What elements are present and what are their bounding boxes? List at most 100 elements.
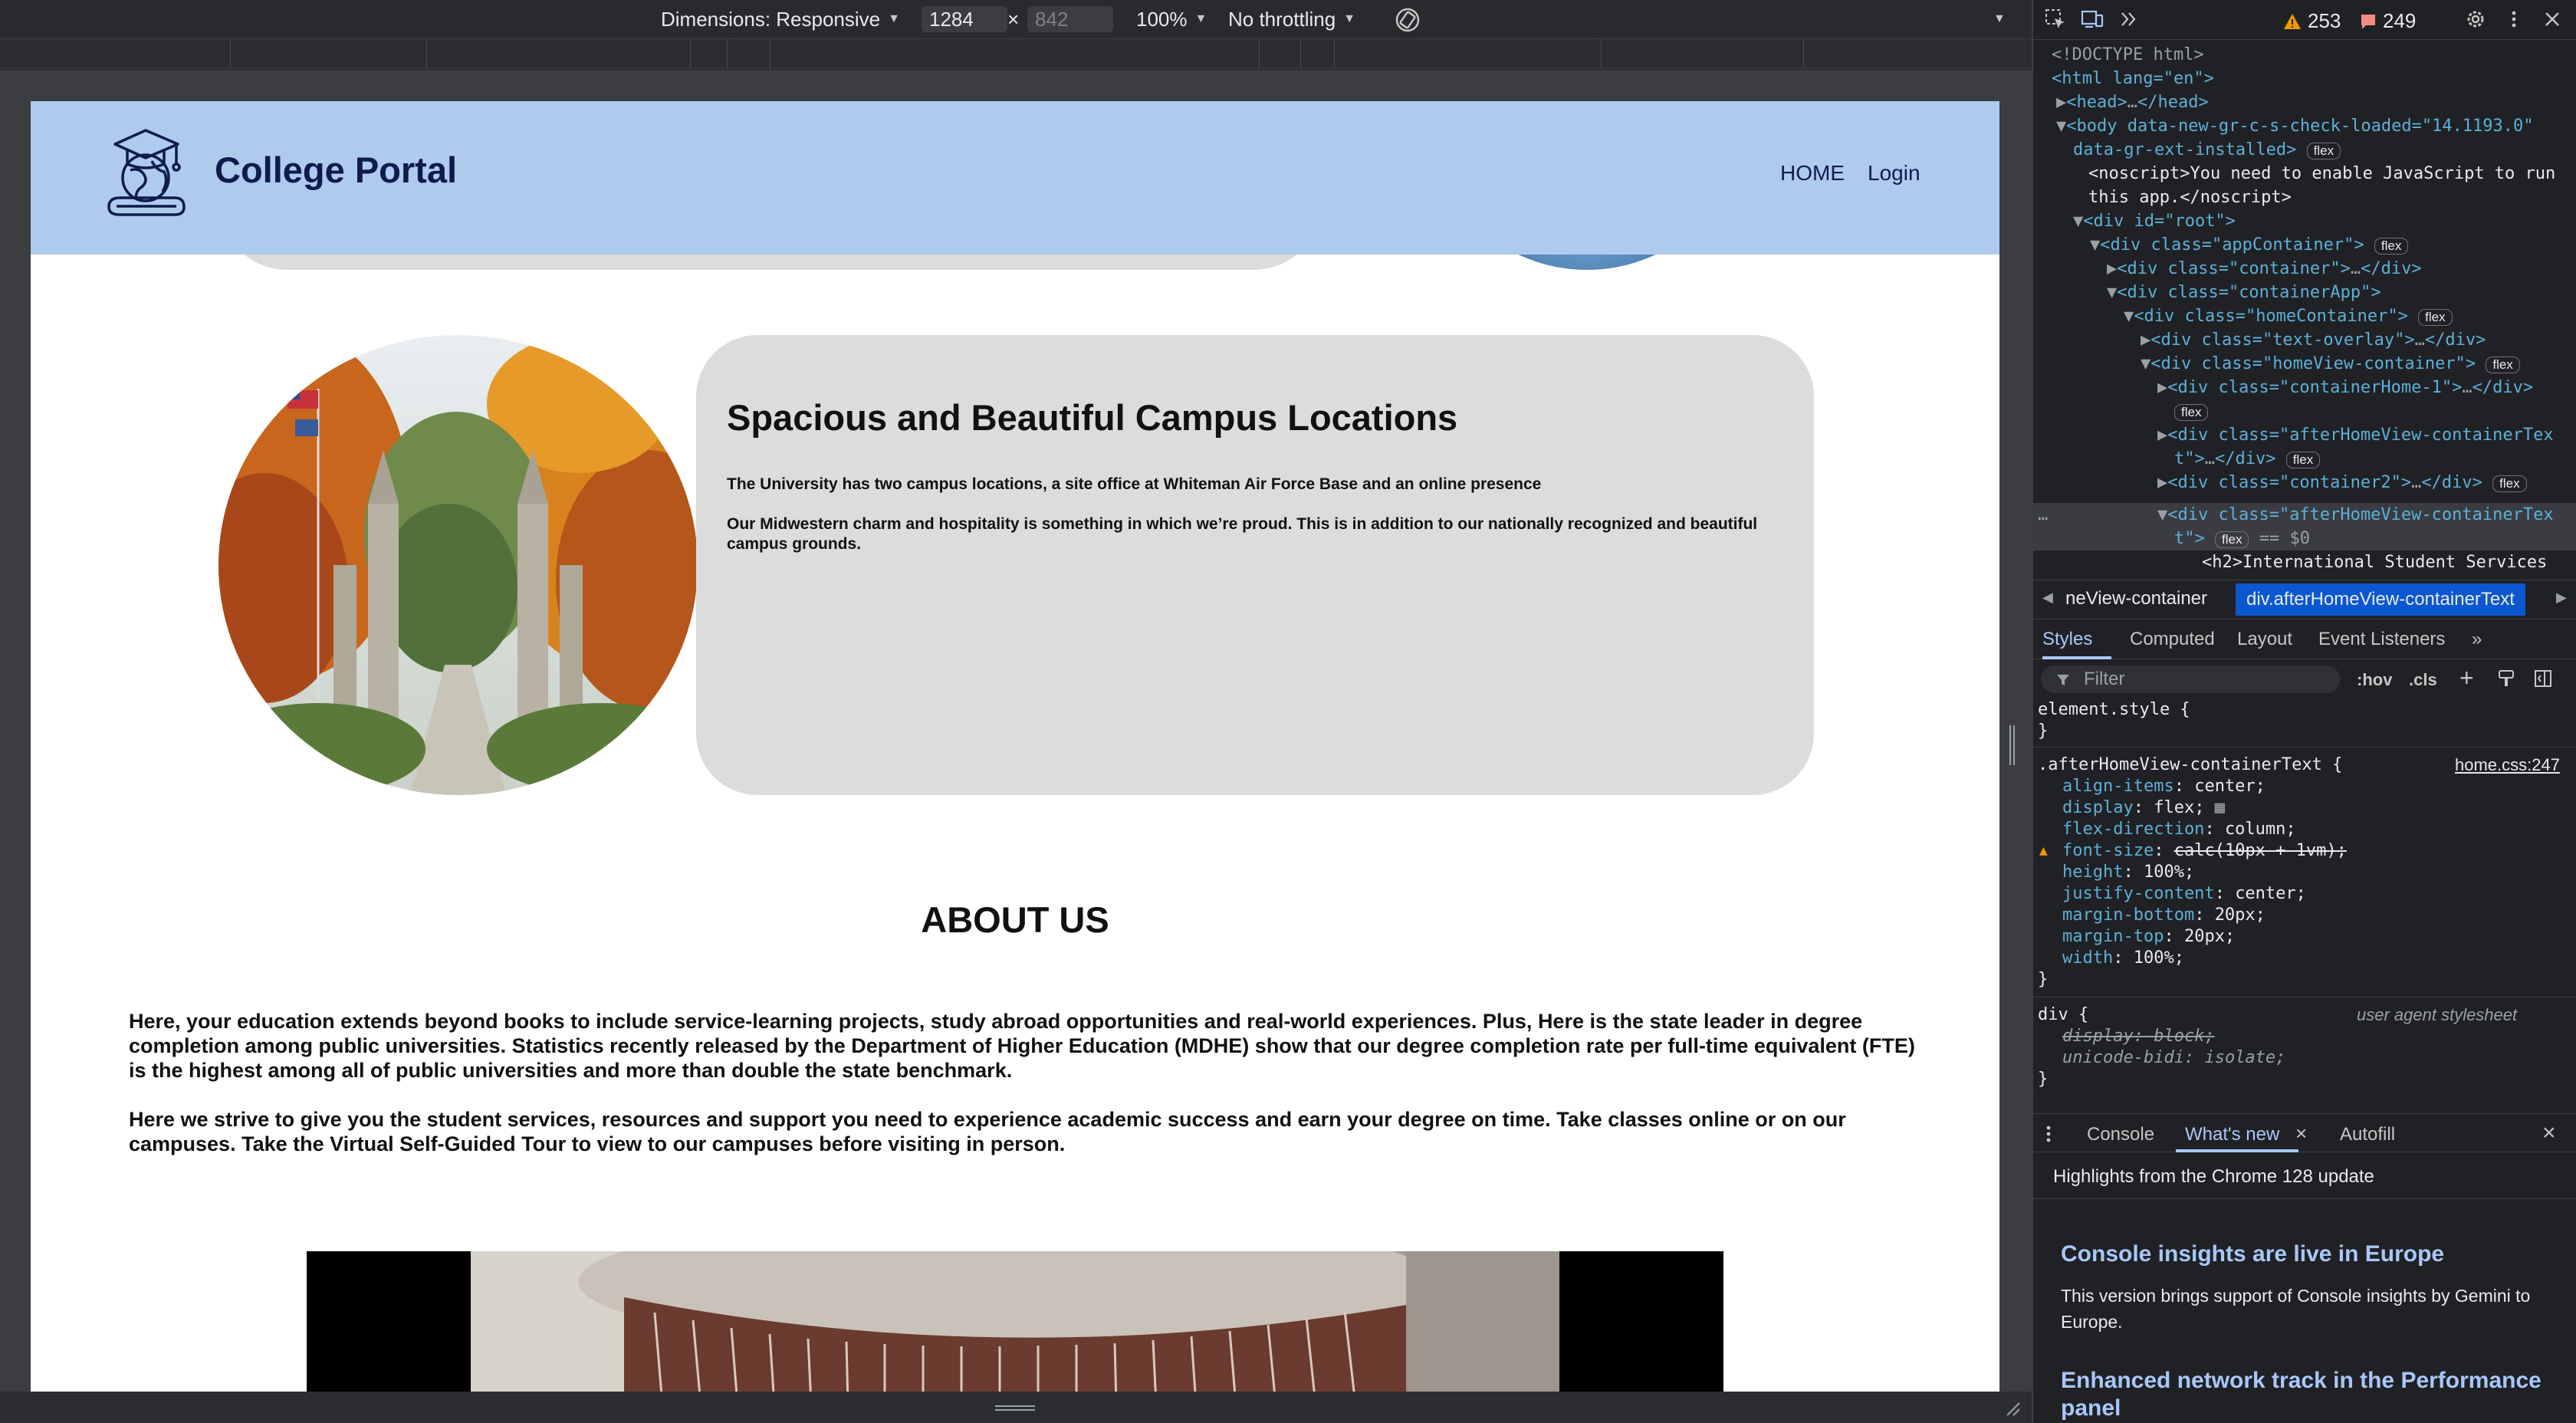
dom-homeview-row[interactable]: ▼<div class="homeView-container"> flex: [2141, 352, 2520, 376]
kebab-menu-icon[interactable]: [2502, 8, 2525, 31]
flex-badge[interactable]: flex: [2418, 309, 2453, 326]
styles-filter-input[interactable]: Filter: [2041, 665, 2340, 693]
settings-gear-icon[interactable]: [2464, 8, 2487, 31]
dom-head-row[interactable]: ▶<head>…</head>: [2056, 90, 2209, 114]
breadcrumb-current[interactable]: div.afterHomeView-containerText: [2236, 583, 2525, 616]
tab-styles[interactable]: Styles: [2042, 629, 2092, 650]
tour-video[interactable]: [307, 1251, 1723, 1392]
drawer-menu-icon[interactable]: [2045, 1125, 2052, 1143]
dom-noscript-2[interactable]: this app.</noscript>: [2088, 186, 2292, 209]
zoom-dropdown[interactable]: 100% ▼: [1136, 7, 1207, 31]
dom-textoverlay-close: </div>: [2424, 330, 2486, 350]
dom-root-row[interactable]: ▼<div id="root">: [2073, 209, 2236, 233]
site-brand[interactable]: College Portal: [215, 149, 457, 191]
whats-new-heading-2[interactable]: Enhanced network track in the Performanc…: [2061, 1367, 2551, 1422]
more-tabs-chevron-icon[interactable]: »: [2472, 629, 2482, 650]
throttling-dropdown[interactable]: No throttling ▼: [1228, 7, 1355, 31]
ua-prop-unicode-bidi[interactable]: unicode-bidi: isolate;: [2062, 1047, 2285, 1069]
breadcrumb-right-arrow-icon[interactable]: ▶: [2556, 590, 2567, 606]
paint-brush-icon[interactable]: [2496, 669, 2516, 688]
new-style-rule-icon[interactable]: +: [2459, 664, 2474, 692]
dom-containerapp-row[interactable]: ▼<div class="containerApp">: [2107, 281, 2381, 304]
nav-login-link[interactable]: Login: [1868, 161, 1921, 186]
whats-new-heading-1[interactable]: Console insights are live in Europe: [2061, 1241, 2444, 1267]
flexbox-editor-icon[interactable]: ▦: [2204, 798, 2225, 817]
browser-window: Dimensions: Responsive ▼ 1284 × 842 100%…: [0, 0, 2576, 1423]
flex-badge[interactable]: flex: [2215, 531, 2249, 548]
flex-badge[interactable]: flex: [2174, 404, 2209, 421]
close-devtools-icon[interactable]: [2541, 8, 2564, 31]
flex-badge[interactable]: flex: [2374, 238, 2409, 255]
height-input[interactable]: 842: [1027, 6, 1113, 32]
drawer-tab-autofill[interactable]: Autofill: [2340, 1124, 2395, 1145]
issues-badge[interactable]: 249: [2360, 9, 2416, 33]
dom-containerapp: <div class="containerApp">: [2117, 283, 2381, 302]
close-tab-icon[interactable]: ×: [2295, 1122, 2307, 1145]
flex-badge[interactable]: flex: [2492, 475, 2527, 492]
tab-layout[interactable]: Layout: [2237, 629, 2292, 650]
toggle-sidebar-icon[interactable]: [2533, 669, 2553, 688]
dom-afterhome1-row-2[interactable]: t">…</div> flex: [2174, 447, 2321, 471]
chevron-down-icon: ▼: [1343, 12, 1356, 25]
css-prop-align-items[interactable]: align-items: center;: [2062, 776, 2266, 797]
selected-marker: == $0: [2259, 529, 2310, 548]
dom-container2: <div class="container2">: [2167, 473, 2412, 492]
css-prop-margin-bottom[interactable]: margin-bottom: 20px;: [2062, 905, 2266, 926]
dom-html[interactable]: <html lang="en">: [2052, 67, 2214, 90]
dom-container-row[interactable]: ▶<div class="container">…</div>: [2107, 257, 2422, 281]
rotate-icon[interactable]: [1394, 6, 1421, 34]
dom-body-row[interactable]: ▼<body data-new-gr-c-s-check-loaded="14.…: [2056, 114, 2534, 138]
element-style-selector[interactable]: element.style {: [2038, 699, 2190, 721]
dom-noscript-1[interactable]: <noscript>You need to enable JavaScript …: [2088, 162, 2555, 186]
dom-doctype[interactable]: <!DOCTYPE html>: [2052, 43, 2204, 67]
warnings-badge[interactable]: 253: [2283, 9, 2341, 33]
tab-event-listeners[interactable]: Event Listeners: [2318, 629, 2445, 650]
inspect-element-icon[interactable]: [2044, 8, 2067, 31]
dom-containerhome1-row[interactable]: ▶<div class="containerHome-1">…</div>: [2157, 376, 2533, 399]
dom-afterhome2-row-2[interactable]: t"> flex == $0: [2174, 527, 2310, 550]
flex-badge[interactable]: flex: [2306, 143, 2341, 159]
css-prop-justify-content[interactable]: justify-content: center;: [2062, 883, 2306, 905]
flex-badge[interactable]: flex: [2285, 452, 2321, 468]
resize-handle-bottom[interactable]: [995, 1405, 1035, 1413]
rule-selector[interactable]: .afterHomeView-containerText {: [2038, 754, 2342, 776]
resize-corner-icon[interactable]: [2004, 1400, 2021, 1417]
css-prop-font-size[interactable]: ▲ font-size: calc(10px + 1vm);: [2039, 840, 2347, 862]
breadcrumb-left-arrow-icon[interactable]: ◀: [2042, 590, 2053, 606]
ua-prop-display[interactable]: display: block;: [2062, 1026, 2215, 1047]
dom-flex-row[interactable]: flex: [2174, 399, 2209, 423]
flex-badge[interactable]: flex: [2486, 357, 2520, 373]
width-input[interactable]: 1284: [922, 6, 1007, 32]
resize-handle-right[interactable]: [2009, 725, 2017, 765]
close-drawer-icon[interactable]: ×: [2542, 1120, 2556, 1146]
dom-afterhome1-row[interactable]: ▶<div class="afterHomeView-containerTex: [2157, 423, 2554, 447]
dom-textoverlay-row[interactable]: ▶<div class="text-overlay">…</div>: [2141, 328, 2486, 352]
ua-rule-selector[interactable]: div {: [2038, 1004, 2088, 1026]
more-tabs-icon[interactable]: [2118, 8, 2141, 31]
more-options-chevron-icon[interactable]: ▼: [1993, 12, 2006, 26]
dom-h2[interactable]: <h2>International Student Services: [2202, 550, 2547, 574]
dimensions-dropdown[interactable]: Dimensions: Responsive ▼: [661, 7, 900, 31]
rule-source-link[interactable]: home.css:247: [2455, 754, 2560, 776]
dom-afterhome2-row[interactable]: ▼<div class="afterHomeView-containerTex: [2157, 503, 2554, 527]
warning-icon: [2284, 13, 2301, 29]
cls-toggle[interactable]: .cls: [2409, 670, 2437, 690]
dom-appcontainer-row[interactable]: ▼<div class="appContainer"> flex: [2090, 233, 2409, 257]
college-logo-icon[interactable]: [101, 121, 190, 219]
drawer-tab-whats-new[interactable]: What's new: [2185, 1124, 2279, 1145]
breadcrumb-prev[interactable]: neView-container: [2065, 588, 2207, 610]
css-prop-width[interactable]: width: 100%;: [2062, 948, 2184, 969]
nav-home-link[interactable]: HOME: [1780, 161, 1845, 186]
drawer-tab-console[interactable]: Console: [2087, 1124, 2154, 1145]
css-prop-flex-direction[interactable]: flex-direction: column;: [2062, 819, 2296, 840]
tab-computed[interactable]: Computed: [2130, 629, 2215, 650]
css-prop-margin-top[interactable]: margin-top: 20px;: [2062, 926, 2235, 948]
dom-body-row-2[interactable]: data-gr-ext-installed> flex: [2073, 138, 2341, 162]
device-toolbar-icon[interactable]: [2081, 8, 2104, 31]
hov-toggle[interactable]: :hov: [2357, 670, 2392, 690]
dom-homecontainer-row[interactable]: ▼<div class="homeContainer"> flex: [2124, 304, 2453, 328]
node-actions-ellipsis[interactable]: …: [2038, 503, 2048, 527]
css-prop-height[interactable]: height: 100%;: [2062, 862, 2194, 883]
css-prop-display[interactable]: display: flex; ▦: [2062, 797, 2225, 819]
dom-container2-row[interactable]: ▶<div class="container2">…</div> flex: [2157, 471, 2527, 495]
